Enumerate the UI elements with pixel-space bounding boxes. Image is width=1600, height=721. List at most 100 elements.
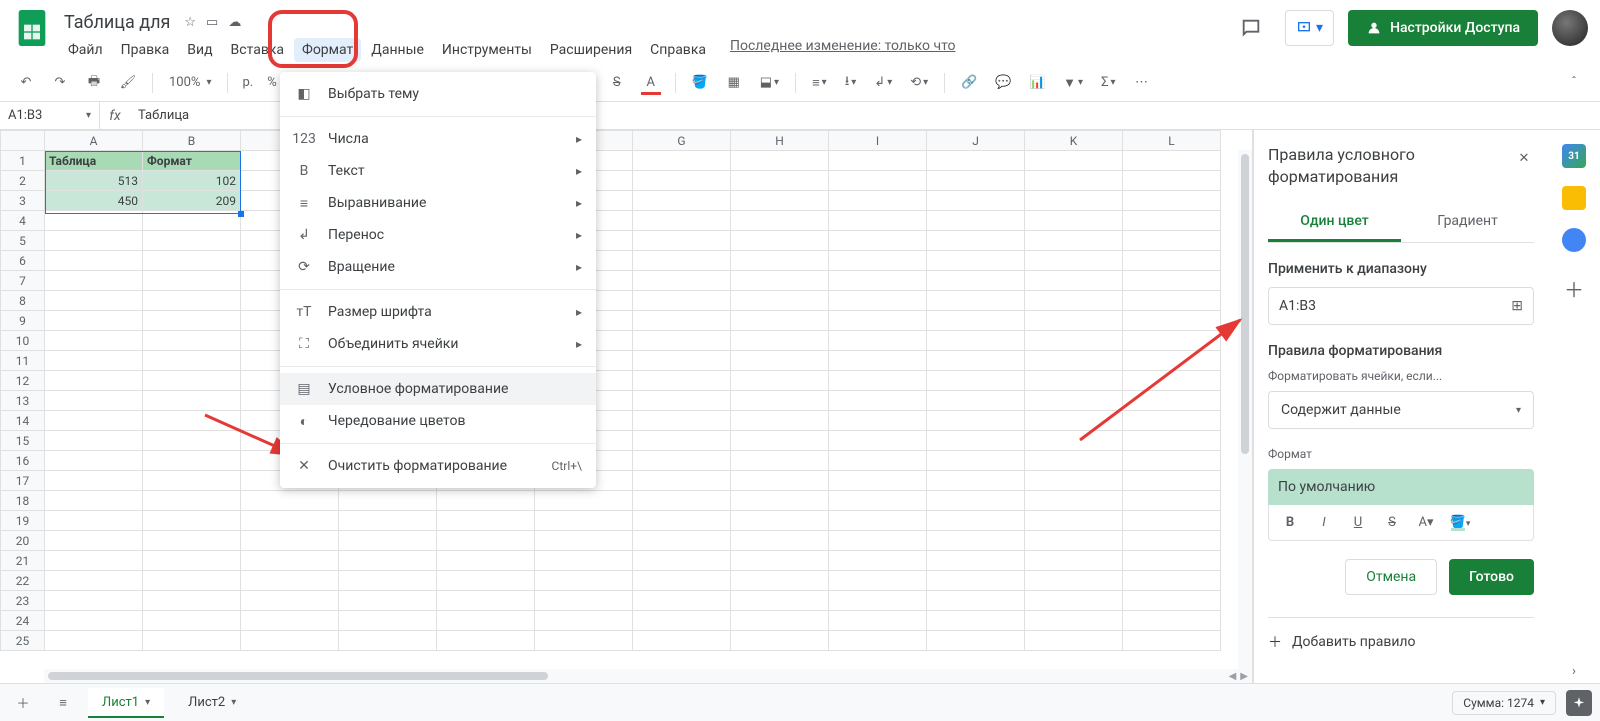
rail-collapse-icon[interactable]: › <box>1562 659 1586 683</box>
menu-data[interactable]: Данные <box>363 38 432 62</box>
cell-J21[interactable] <box>927 551 1025 571</box>
menu-item-fm1-2[interactable]: ≡Выравнивание▸ <box>280 187 596 219</box>
cell-H14[interactable] <box>731 411 829 431</box>
cell-I25[interactable] <box>829 631 927 651</box>
cell-J24[interactable] <box>927 611 1025 631</box>
cell-A4[interactable] <box>45 211 143 231</box>
cell-J8[interactable] <box>927 291 1025 311</box>
move-icon[interactable]: ▭ <box>206 15 218 30</box>
cell-L8[interactable] <box>1123 291 1221 311</box>
cell-A22[interactable] <box>45 571 143 591</box>
comment-icon[interactable]: 💬 <box>989 69 1017 97</box>
cell-K8[interactable] <box>1025 291 1123 311</box>
cell-B16[interactable] <box>143 451 241 471</box>
cell-H23[interactable] <box>731 591 829 611</box>
cell-I10[interactable] <box>829 331 927 351</box>
calendar-icon[interactable]: 31 <box>1562 144 1586 168</box>
cell-B8[interactable] <box>143 291 241 311</box>
cell-A24[interactable] <box>45 611 143 631</box>
cell-I13[interactable] <box>829 391 927 411</box>
cell-F18[interactable] <box>535 491 633 511</box>
cell-B23[interactable] <box>143 591 241 611</box>
cell-A6[interactable] <box>45 251 143 271</box>
row-header-23[interactable]: 23 <box>1 591 45 611</box>
cell-G13[interactable] <box>633 391 731 411</box>
cell-L17[interactable] <box>1123 471 1221 491</box>
cell-H2[interactable] <box>731 171 829 191</box>
cell-H21[interactable] <box>731 551 829 571</box>
cell-J16[interactable] <box>927 451 1025 471</box>
cell-G2[interactable] <box>633 171 731 191</box>
chart-icon[interactable]: 📊 <box>1023 69 1051 97</box>
row-header-16[interactable]: 16 <box>1 451 45 471</box>
cell-L15[interactable] <box>1123 431 1221 451</box>
cell-I14[interactable] <box>829 411 927 431</box>
cell-F20[interactable] <box>535 531 633 551</box>
col-header-G[interactable]: G <box>633 131 731 151</box>
row-header-11[interactable]: 11 <box>1 351 45 371</box>
cell-G5[interactable] <box>633 231 731 251</box>
cell-I8[interactable] <box>829 291 927 311</box>
cell-J12[interactable] <box>927 371 1025 391</box>
cell-J23[interactable] <box>927 591 1025 611</box>
cell-L1[interactable] <box>1123 151 1221 171</box>
cell-C18[interactable] <box>241 491 339 511</box>
doc-title[interactable]: Таблица для <box>60 12 174 33</box>
cell-E20[interactable] <box>437 531 535 551</box>
cell-E25[interactable] <box>437 631 535 651</box>
cell-K14[interactable] <box>1025 411 1123 431</box>
cell-I4[interactable] <box>829 211 927 231</box>
cell-I7[interactable] <box>829 271 927 291</box>
merge-icon[interactable]: ⬓▾ <box>754 75 785 90</box>
cell-I20[interactable] <box>829 531 927 551</box>
row-header-17[interactable]: 17 <box>1 471 45 491</box>
cell-F23[interactable] <box>535 591 633 611</box>
cell-C21[interactable] <box>241 551 339 571</box>
cell-B3[interactable]: 209 <box>143 191 241 211</box>
tab-gradient[interactable]: Градиент <box>1401 203 1534 242</box>
cell-I3[interactable] <box>829 191 927 211</box>
cell-L3[interactable] <box>1123 191 1221 211</box>
apply-range-input[interactable]: A1:B3 ⊞ <box>1268 287 1534 325</box>
menu-format[interactable]: Формат <box>294 38 361 62</box>
cell-A21[interactable] <box>45 551 143 571</box>
cell-G22[interactable] <box>633 571 731 591</box>
cell-H17[interactable] <box>731 471 829 491</box>
cell-G3[interactable] <box>633 191 731 211</box>
row-header-8[interactable]: 8 <box>1 291 45 311</box>
cell-B24[interactable] <box>143 611 241 631</box>
row-header-1[interactable]: 1 <box>1 151 45 171</box>
cell-I2[interactable] <box>829 171 927 191</box>
cell-L10[interactable] <box>1123 331 1221 351</box>
cell-B10[interactable] <box>143 331 241 351</box>
rotate-icon[interactable]: ⟲▾ <box>904 75 934 90</box>
menu-tools[interactable]: Инструменты <box>434 38 540 62</box>
cell-B20[interactable] <box>143 531 241 551</box>
row-header-15[interactable]: 15 <box>1 431 45 451</box>
horizontal-scrollbar[interactable]: ◀▶ <box>44 669 1252 683</box>
col-header-B[interactable]: B <box>143 131 241 151</box>
vertical-scrollbar[interactable] <box>1238 150 1252 669</box>
cell-K5[interactable] <box>1025 231 1123 251</box>
cell-J10[interactable] <box>927 331 1025 351</box>
functions-icon[interactable]: Σ▾ <box>1095 75 1121 90</box>
cell-K15[interactable] <box>1025 431 1123 451</box>
cell-A7[interactable] <box>45 271 143 291</box>
row-header-25[interactable]: 25 <box>1 631 45 651</box>
cell-C22[interactable] <box>241 571 339 591</box>
range-picker-icon[interactable]: ⊞ <box>1511 298 1523 314</box>
cell-L5[interactable] <box>1123 231 1221 251</box>
underline-icon[interactable]: U <box>1347 515 1369 530</box>
cell-H13[interactable] <box>731 391 829 411</box>
cell-C23[interactable] <box>241 591 339 611</box>
cell-H20[interactable] <box>731 531 829 551</box>
cell-E24[interactable] <box>437 611 535 631</box>
cell-K12[interactable] <box>1025 371 1123 391</box>
cell-D25[interactable] <box>339 631 437 651</box>
cell-H18[interactable] <box>731 491 829 511</box>
cell-K19[interactable] <box>1025 511 1123 531</box>
cell-A20[interactable] <box>45 531 143 551</box>
filter-icon[interactable]: ▼▾ <box>1057 75 1089 91</box>
paint-format-icon[interactable]: 🖌 <box>114 69 142 97</box>
wrap-icon[interactable]: ↲▾ <box>868 75 898 90</box>
